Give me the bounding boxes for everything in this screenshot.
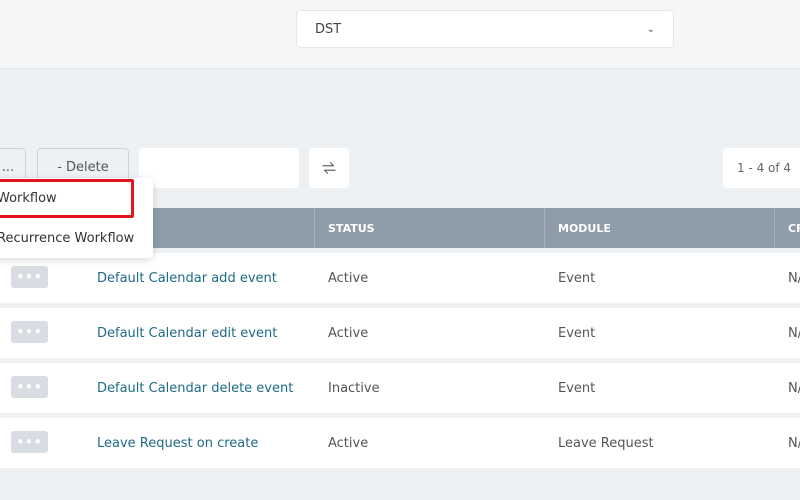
column-header-module[interactable]: MODULE <box>544 208 774 248</box>
workflow-name-link[interactable]: Default Calendar edit event <box>97 308 277 358</box>
search-field <box>139 148 329 188</box>
table-row: ••• Default Calendar edit event Active E… <box>0 308 800 358</box>
row-actions-button[interactable]: ••• <box>11 376 48 398</box>
dropdown-item-recurrence-workflow-label: Recurrence Workflow <box>0 230 135 246</box>
module-cell: Event <box>558 325 596 341</box>
selection-highlight-box <box>0 179 134 218</box>
more-actions-label: ... <box>1 159 15 175</box>
cr-cell: N/A <box>788 380 800 396</box>
status-cell: Active <box>328 270 369 286</box>
row-actions-label: ••• <box>16 380 43 394</box>
cr-cell: N/A <box>788 270 800 286</box>
search-input[interactable] <box>139 148 329 188</box>
module-cell: Leave Request <box>558 435 654 451</box>
top-filter-bar: DST ⌄ <box>0 0 800 69</box>
table-row: ••• Leave Request on create Active Leave… <box>0 418 800 468</box>
module-cell: Event <box>558 380 596 396</box>
table-row: ••• Default Calendar delete event Inacti… <box>0 363 800 413</box>
status-cell: Active <box>328 325 369 341</box>
row-actions-label: ••• <box>16 270 43 284</box>
delete-button-label: - Delete <box>57 159 109 175</box>
workflow-name-link[interactable]: Default Calendar delete event <box>97 363 293 413</box>
row-actions-button[interactable]: ••• <box>11 431 48 453</box>
row-actions-label: ••• <box>16 435 43 449</box>
module-cell: Event <box>558 270 596 286</box>
timezone-select-value: DST <box>315 21 342 37</box>
pagination-text: 1 - 4 of 4 <box>737 161 792 175</box>
row-actions-label: ••• <box>16 325 43 339</box>
workflow-name-link[interactable]: Default Calendar add event <box>97 253 277 303</box>
column-header-cr[interactable]: CR <box>774 208 800 248</box>
chevron-down-icon: ⌄ <box>646 23 655 35</box>
row-actions-button[interactable]: ••• <box>11 321 48 343</box>
column-header-module-label: MODULE <box>558 221 611 235</box>
table-row: ••• Default Calendar add event Active Ev… <box>0 253 800 303</box>
cr-cell: N/A <box>788 325 800 341</box>
column-header-status[interactable]: STATUS <box>314 208 544 248</box>
dropdown-item-recurrence-workflow[interactable]: Recurrence Workflow <box>0 218 153 258</box>
timezone-select[interactable]: DST ⌄ <box>296 10 674 48</box>
workflow-name-link[interactable]: Leave Request on create <box>97 418 258 468</box>
swap-arrows-icon <box>322 162 336 174</box>
pagination-info: 1 - 4 of 4 <box>723 148 800 188</box>
row-actions-button[interactable]: ••• <box>11 266 48 288</box>
cr-cell: N/A <box>788 435 800 451</box>
refresh-button[interactable] <box>309 148 349 188</box>
column-header-status-label: STATUS <box>328 221 375 235</box>
column-header-cr-label: CR <box>788 221 800 235</box>
status-cell: Active <box>328 435 369 451</box>
status-cell: Inactive <box>328 380 380 396</box>
